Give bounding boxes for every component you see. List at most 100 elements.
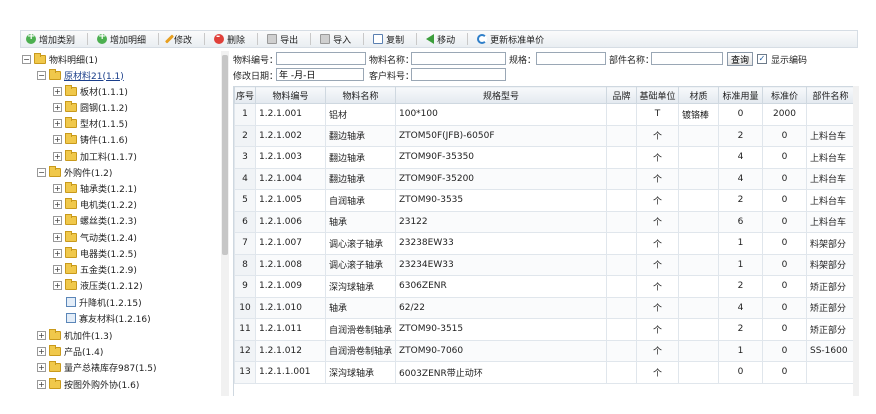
column-header[interactable]: 序号 [234,86,256,104]
table-row[interactable]: 10 1.2.1.010 轴承 62/22 个 4 0 矫正部分 [234,296,853,319]
expand-toggle-icon[interactable]: + [53,264,62,274]
column-header[interactable]: 部件名称 [806,86,853,104]
tree-node-elevator[interactable]: 升降机(1.2.15) [66,294,142,310]
show-code-checkbox[interactable]: ✓ [757,54,767,64]
tree-node-processed[interactable]: + 加工料(1.1.7) [53,148,137,164]
query-button[interactable]: 查询 [727,52,754,66]
expand-toggle-icon[interactable]: + [53,232,62,242]
expand-toggle-icon[interactable]: + [53,248,62,258]
name-input[interactable] [411,52,506,65]
column-header[interactable]: 基础单位 [636,86,679,104]
grid-scrollbar[interactable] [853,86,859,396]
table-cell: 12 [234,339,256,362]
table-cell: 4 [718,167,763,190]
collapse-toggle-icon[interactable]: − [22,54,31,64]
table-cell: 上料台车 [806,124,853,147]
tree-node-stock[interactable]: + 量产总裱库存987(1.5) [37,359,157,375]
table-cell [806,103,853,126]
expand-toggle-icon[interactable]: + [53,215,62,225]
table-row[interactable]: 12 1.2.1.012 自润滑卷制轴承 ZTOM90-7060 个 1 0 SS-1600 [234,339,853,362]
edit-button[interactable]: 修改 [163,31,197,47]
date-input[interactable] [276,68,364,81]
tree-node-hardware[interactable]: + 五金类(1.2.9) [53,261,137,277]
table-cell [678,189,719,212]
copy-button[interactable]: 复制 [368,31,409,47]
expand-toggle-icon[interactable]: + [37,330,46,340]
tree-node-deposit[interactable]: 寡友材料(1.2.16) [66,310,151,326]
column-header[interactable]: 标准用量 [718,86,763,104]
add-category-button[interactable]: 增加类别 [21,31,80,47]
pencil-icon [164,34,175,44]
tree-node-hydraulic[interactable]: + 液压类(1.2.12) [53,277,143,293]
table-cell [678,124,719,147]
tree-node-plate[interactable]: + 板材(1.1.1) [53,83,128,99]
expand-toggle-icon[interactable]: + [37,346,46,356]
tree-scrollbar-thumb[interactable] [222,55,228,255]
column-header[interactable]: 品牌 [606,86,637,104]
expand-toggle-icon[interactable]: + [53,134,62,144]
expand-toggle-icon[interactable]: + [53,280,62,290]
code-input[interactable] [276,52,366,65]
list-file-icon [66,297,76,307]
tree-node-bolt[interactable]: + 螺丝类(1.2.3) [53,212,137,228]
customer-input[interactable] [411,68,506,81]
table-cell: 个 [636,167,679,190]
expand-toggle-icon[interactable]: + [53,86,62,96]
table-row[interactable]: 2 1.2.1.002 翻边轴承 ZTOM50F(JFB)-6050F 个 2 0 上料台车 [234,124,853,147]
table-row[interactable]: 5 1.2.1.005 自润轴承 ZTOM90-3535 个 2 0 上料台车 [234,189,853,212]
column-header[interactable]: 规格型号 [395,86,607,104]
update-price-button[interactable]: 更新标准单价 [472,31,549,47]
tree-node-round-steel[interactable]: + 圆钢(1.1.2) [53,99,128,115]
tree-node-root[interactable]: − 物料明细(1) [22,51,98,67]
delete-button[interactable]: 删除 [209,31,250,47]
spec-input[interactable] [536,52,606,65]
table-cell: 上料台车 [806,210,853,233]
export-button[interactable]: 导出 [262,31,303,47]
table-cell: 62/22 [395,296,607,319]
expand-toggle-icon[interactable]: + [37,362,46,372]
collapse-toggle-icon[interactable]: − [37,167,46,177]
add-detail-button[interactable]: 增加明细 [92,31,151,47]
tree-node-outsourced-processing[interactable]: + 按图外购外协(1.6) [37,376,139,392]
table-header-row: 序号 物料编号 物料名称 规格型号 品牌 基础单位 材质 标准用量 标准价 部件名称 [234,86,853,104]
column-header[interactable]: 物料编号 [255,86,326,104]
expand-toggle-icon[interactable]: + [53,151,62,161]
column-header[interactable]: 物料名称 [325,86,396,104]
tree-node-pneumatic[interactable]: + 气动类(1.2.4) [53,229,137,245]
table-row[interactable]: 9 1.2.1.009 深沟球轴承 6306ZENR 个 2 0 矫正部分 [234,275,853,298]
table-row[interactable]: 13 1.2.1.1.001 深沟球轴承 6003ZENR带止动环 个 0 0 [234,361,853,384]
table-row[interactable]: 7 1.2.1.007 调心滚子轴承 23238EW33 个 1 0 料架部分 [234,232,853,255]
table-row[interactable]: 1 1.2.1.001 铝材 100*100 T 镀铬棒 0 2000 [234,103,853,126]
table-row[interactable]: 3 1.2.1.003 翻边轴承 ZTOM90F-35350 个 4 0 上料台车 [234,146,853,169]
table-row[interactable]: 4 1.2.1.004 翻边轴承 ZTOM90F-35200 个 4 0 上料台车 [234,167,853,190]
tree-node-product[interactable]: + 产品(1.4) [37,343,103,359]
tree-node-electrical[interactable]: + 电器类(1.2.5) [53,245,137,261]
table-row[interactable]: 8 1.2.1.008 调心滚子轴承 23234EW33 个 1 0 料架部分 [234,253,853,276]
tree-node-label: 按图外购外协(1.6) [64,380,140,391]
table-row[interactable]: 6 1.2.1.006 轴承 23122 个 6 0 上料台车 [234,210,853,233]
column-header[interactable]: 材质 [678,86,719,104]
part-label: 部件名称： [609,56,655,66]
expand-toggle-icon[interactable]: + [37,379,46,389]
collapse-toggle-icon[interactable]: − [37,70,46,80]
column-header[interactable]: 标准价 [762,86,807,104]
tree-node-label: 型材(1.1.5) [80,119,128,130]
tree-node-outsourced[interactable]: − 外购件(1.2) [37,164,112,180]
part-input[interactable] [651,52,723,65]
tree-node-raw-material[interactable]: − 原材料21(1.1) [37,67,124,83]
expand-toggle-icon[interactable]: + [53,199,62,209]
expand-toggle-icon[interactable]: + [53,183,62,193]
tree-node-motor[interactable]: + 电机类(1.2.2) [53,196,137,212]
table-row[interactable]: 11 1.2.1.011 自润滑卷制轴承 ZTOM90-3515 个 2 0 矫正部分 [234,318,853,341]
tree-node-profile[interactable]: + 型材(1.1.5) [53,115,128,131]
tree-node-bearing[interactable]: + 轴承类(1.2.1) [53,180,137,196]
expand-toggle-icon[interactable]: + [53,118,62,128]
import-button[interactable]: 导入 [315,31,356,47]
tree-node-machined[interactable]: + 机加件(1.3) [37,327,112,343]
table-cell [678,361,719,384]
table-cell [606,232,637,255]
tree-node-casting[interactable]: + 铸件(1.1.6) [53,131,128,147]
move-button[interactable]: 移动 [421,31,460,47]
expand-toggle-icon[interactable]: + [53,102,62,112]
add-icon [26,31,36,44]
